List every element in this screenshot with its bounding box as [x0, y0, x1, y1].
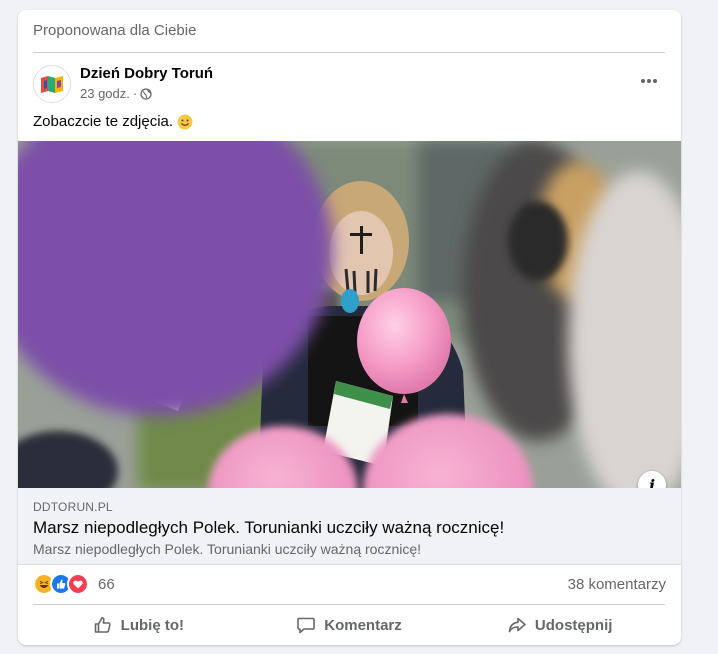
- post-text: Zobaczcie te zdjęcia.: [33, 113, 193, 130]
- like-button[interactable]: Lubię to!: [33, 608, 244, 642]
- page-name-link[interactable]: Dzień Dobry Toruń: [80, 65, 213, 82]
- page-logo-icon: [41, 76, 63, 93]
- share-button-label: Udostępnij: [534, 616, 613, 634]
- post-message: Zobaczcie te zdjęcia.: [33, 113, 174, 130]
- more-options-button[interactable]: [635, 70, 663, 92]
- comment-button[interactable]: Komentarz: [244, 608, 455, 642]
- comments-count-link[interactable]: 38 komentarzy: [568, 576, 666, 593]
- post-timestamp[interactable]: 23 godz.: [80, 86, 130, 101]
- post-actions: Lubię to! Komentarz Udostępnij: [33, 608, 665, 642]
- post-card: Proponowana dla Ciebie Dzień Dobry Toruń…: [18, 10, 681, 645]
- love-icon: [67, 573, 89, 595]
- smiling-face-emoji-icon: [177, 114, 193, 129]
- thumbs-up-icon: [94, 617, 111, 633]
- post-meta: 23 godz. ·: [80, 86, 152, 101]
- reactions-summary[interactable]: 66: [33, 573, 115, 595]
- share-arrow-icon: [508, 617, 526, 633]
- like-button-label: Lubię to!: [120, 616, 184, 634]
- comment-bubble-icon: [297, 617, 316, 634]
- divider: [33, 52, 665, 53]
- post-photo[interactable]: [18, 141, 681, 488]
- link-domain: DDTORUN.PL: [33, 500, 113, 514]
- suggested-for-you-label: Proponowana dla Ciebie: [33, 22, 197, 39]
- ellipsis-icon: [641, 79, 657, 83]
- reactions-count: 66: [98, 575, 115, 593]
- share-button[interactable]: Udostępnij: [454, 608, 665, 642]
- globe-icon: [140, 87, 152, 100]
- comment-button-label: Komentarz: [324, 616, 402, 634]
- link-description: Marsz niepodległych Polek. Torunianki uc…: [33, 541, 422, 557]
- meta-separator: ·: [132, 86, 138, 101]
- link-preview[interactable]: DDTORUN.PL Marsz niepodległych Polek. To…: [18, 488, 681, 565]
- page-avatar[interactable]: [33, 65, 71, 103]
- divider: [33, 604, 665, 605]
- event-photo-image: [18, 141, 681, 488]
- link-title[interactable]: Marsz niepodległych Polek. Torunianki uc…: [33, 518, 504, 538]
